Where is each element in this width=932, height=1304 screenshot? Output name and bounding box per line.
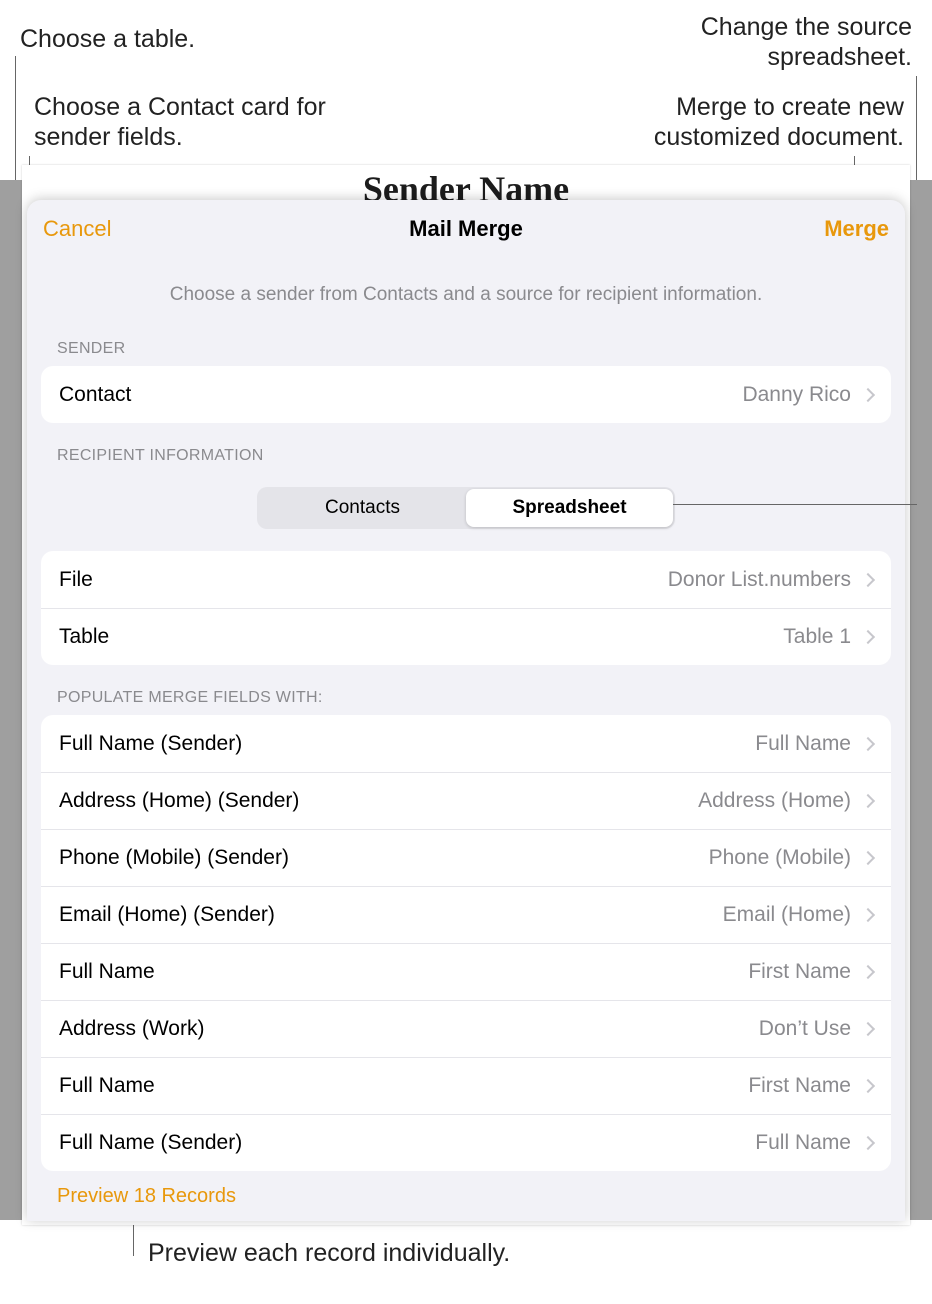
field-row[interactable]: Address (Work) Don’t Use [41, 1000, 891, 1057]
chevron-right-icon [861, 1022, 875, 1036]
file-value: Donor List.numbers [668, 568, 851, 592]
field-value: First Name [748, 1074, 851, 1098]
section-sender: SENDER [27, 316, 905, 366]
field-row[interactable]: Full Name (Sender) Full Name [41, 1114, 891, 1171]
annotation-change-source: Change the source spreadsheet. [632, 12, 912, 72]
segmented-wrap: Contacts Spreadsheet [27, 473, 905, 533]
chevron-right-icon [861, 794, 875, 808]
chevron-right-icon [861, 1079, 875, 1093]
annotation-choose-contact: Choose a Contact card for sender fields. [34, 92, 364, 152]
fields-group: Full Name (Sender) Full Name Address (Ho… [41, 715, 891, 1171]
mail-merge-sheet: Cancel Mail Merge Merge Choose a sender … [27, 200, 905, 1221]
chevron-right-icon [861, 572, 875, 586]
field-value: First Name [748, 960, 851, 984]
table-value: Table 1 [783, 625, 851, 649]
file-label: File [59, 568, 668, 592]
field-label: Full Name (Sender) [59, 1131, 755, 1155]
segmented-control: Contacts Spreadsheet [257, 487, 675, 529]
annotation-preview-each: Preview each record individually. [148, 1238, 510, 1268]
section-recipient: RECIPIENT INFORMATION [27, 423, 905, 473]
chevron-right-icon [861, 736, 875, 750]
field-label: Phone (Mobile) (Sender) [59, 846, 709, 870]
chevron-right-icon [861, 908, 875, 922]
field-label: Full Name [59, 1074, 748, 1098]
field-row[interactable]: Email (Home) (Sender) Email (Home) [41, 886, 891, 943]
preview-records-link[interactable]: Preview 18 Records [27, 1171, 905, 1208]
annotation-line [673, 504, 917, 505]
sender-group: Contact Danny Rico [41, 366, 891, 423]
field-value: Phone (Mobile) [709, 846, 851, 870]
chevron-right-icon [861, 630, 875, 644]
table-row[interactable]: Table Table 1 [41, 608, 891, 665]
segment-spreadsheet[interactable]: Spreadsheet [466, 489, 673, 527]
chevron-right-icon [861, 387, 875, 401]
contact-value: Danny Rico [742, 383, 851, 407]
nav-title: Mail Merge [409, 216, 523, 242]
source-group: File Donor List.numbers Table Table 1 [41, 551, 891, 665]
field-label: Address (Home) (Sender) [59, 789, 698, 813]
field-value: Full Name [755, 1131, 851, 1155]
section-populate: POPULATE MERGE FIELDS WITH: [27, 665, 905, 715]
chevron-right-icon [861, 965, 875, 979]
file-row[interactable]: File Donor List.numbers [41, 551, 891, 608]
subtitle-text: Choose a sender from Contacts and a sour… [27, 258, 905, 316]
merge-button[interactable]: Merge [808, 200, 905, 258]
annotation-choose-table: Choose a table. [20, 24, 195, 54]
field-label: Full Name (Sender) [59, 732, 755, 756]
field-label: Address (Work) [59, 1017, 759, 1041]
field-row[interactable]: Full Name (Sender) Full Name [41, 715, 891, 772]
contact-row[interactable]: Contact Danny Rico [41, 366, 891, 423]
field-value: Address (Home) [698, 789, 851, 813]
chevron-right-icon [861, 1136, 875, 1150]
field-value: Full Name [755, 732, 851, 756]
contact-label: Contact [59, 383, 742, 407]
field-label: Email (Home) (Sender) [59, 903, 723, 927]
segment-contacts[interactable]: Contacts [259, 489, 466, 527]
field-row[interactable]: Address (Home) (Sender) Address (Home) [41, 772, 891, 829]
field-row[interactable]: Full Name First Name [41, 943, 891, 1000]
cancel-button[interactable]: Cancel [27, 200, 127, 258]
nav-bar: Cancel Mail Merge Merge [27, 200, 905, 258]
field-value: Email (Home) [723, 903, 851, 927]
annotation-merge-doc: Merge to create new customized document. [584, 92, 904, 152]
field-label: Full Name [59, 960, 748, 984]
field-row[interactable]: Full Name First Name [41, 1057, 891, 1114]
field-row[interactable]: Phone (Mobile) (Sender) Phone (Mobile) [41, 829, 891, 886]
field-value: Don’t Use [759, 1017, 851, 1041]
chevron-right-icon [861, 851, 875, 865]
table-label: Table [59, 625, 783, 649]
